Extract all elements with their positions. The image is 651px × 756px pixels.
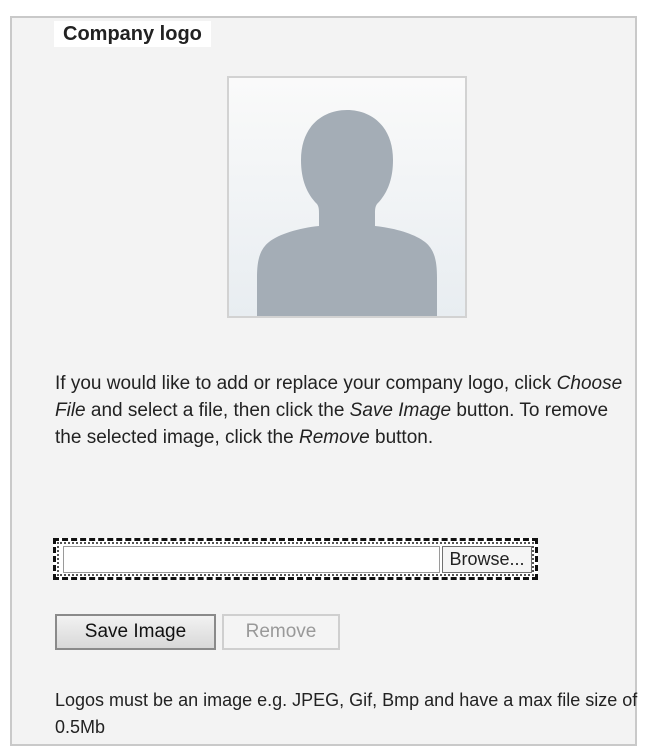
- instructions-part: If you would like to add or replace your…: [55, 373, 557, 394]
- instructions-text: If you would like to add or replace your…: [55, 370, 635, 451]
- fieldset-legend: Company logo: [54, 21, 211, 47]
- file-requirements-note: Logos must be an image e.g. JPEG, Gif, B…: [55, 690, 638, 737]
- file-path-field[interactable]: [63, 546, 440, 573]
- browse-button[interactable]: Browse...: [442, 546, 532, 573]
- company-logo-fieldset: Company logo If you would like to add or…: [10, 16, 637, 746]
- person-silhouette-icon: [257, 110, 437, 316]
- instructions-part: button.: [369, 427, 434, 448]
- remove-button[interactable]: Remove: [222, 614, 340, 650]
- logo-preview: [227, 76, 467, 318]
- file-picker: Browse...: [53, 538, 538, 580]
- instructions-part: and select a file, then click the: [85, 400, 350, 421]
- instructions-remove: Remove: [298, 427, 370, 448]
- instructions-save-image: Save Image: [349, 400, 452, 421]
- save-image-button[interactable]: Save Image: [55, 614, 216, 650]
